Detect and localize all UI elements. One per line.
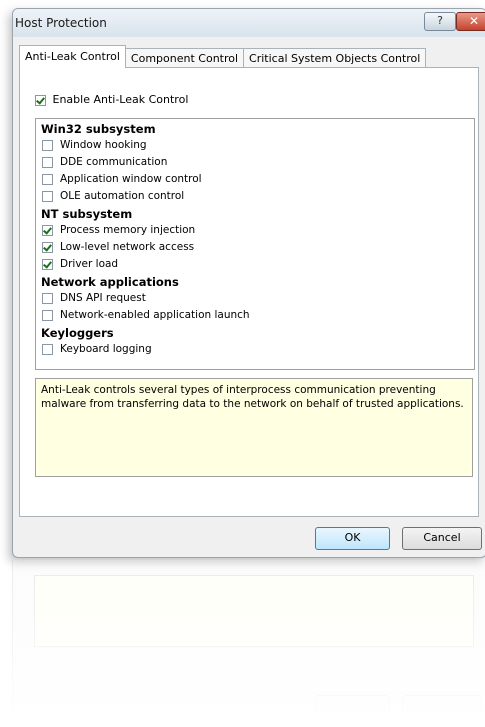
item-label: OLE automation control xyxy=(60,190,185,202)
reflection-description-box xyxy=(34,575,474,647)
checkbox[interactable] xyxy=(42,190,53,202)
item-label: DNS API request xyxy=(60,292,146,304)
checkbox[interactable] xyxy=(42,224,53,236)
item-label: Window hooking xyxy=(60,139,147,151)
item-label: Keyboard logging xyxy=(60,343,152,355)
close-button[interactable]: ✕ xyxy=(456,12,485,31)
list-item[interactable]: Driver load xyxy=(42,258,118,270)
help-button[interactable]: ? xyxy=(424,12,456,31)
tab-component-control[interactable]: Component Control xyxy=(124,48,245,68)
description-box: Anti-Leak controls several types of inte… xyxy=(35,378,473,477)
list-item[interactable]: Window hooking xyxy=(42,139,147,151)
group-title-keyloggers: Keyloggers xyxy=(41,326,114,340)
item-label: Low-level network access xyxy=(60,241,195,253)
title-bar: Host Protection ? ✕ xyxy=(13,9,485,37)
item-label: Network-enabled application launch xyxy=(60,309,250,321)
item-label: DDE communication xyxy=(60,156,168,168)
list-item[interactable]: Keyboard logging xyxy=(42,343,152,355)
group-title-network: Network applications xyxy=(41,275,179,289)
checkbox[interactable] xyxy=(42,156,53,168)
list-item[interactable]: Low-level network access xyxy=(42,241,194,253)
checkbox[interactable] xyxy=(42,343,53,355)
reflection-cancel-button xyxy=(402,695,482,718)
item-label: Driver load xyxy=(60,258,119,270)
list-item[interactable]: DNS API request xyxy=(42,292,146,304)
group-title-nt: NT subsystem xyxy=(41,207,133,221)
tab-anti-leak-control[interactable]: Anti-Leak Control xyxy=(19,45,126,68)
checkbox[interactable] xyxy=(42,309,53,321)
checkbox[interactable] xyxy=(42,173,53,185)
cancel-button[interactable]: Cancel xyxy=(402,527,482,550)
checkbox[interactable] xyxy=(42,258,53,270)
list-item[interactable]: DDE communication xyxy=(42,156,167,168)
enable-anti-leak-checkbox[interactable] xyxy=(35,94,46,106)
window-title: Host Protection xyxy=(15,16,107,30)
anti-leak-options-list: Win32 subsystem Window hooking DDE commu… xyxy=(35,118,475,370)
item-label: Process memory injection xyxy=(60,224,196,236)
checkbox[interactable] xyxy=(42,292,53,304)
group-title-win32: Win32 subsystem xyxy=(41,122,156,136)
checkbox[interactable] xyxy=(42,241,53,253)
tab-critical-system-objects-control[interactable]: Critical System Objects Control xyxy=(243,48,427,68)
list-item[interactable]: OLE automation control xyxy=(42,190,184,202)
reflection-window xyxy=(12,560,485,727)
item-label: Application window control xyxy=(60,173,202,185)
list-item[interactable]: Network-enabled application launch xyxy=(42,309,250,321)
reflection-ok-button xyxy=(315,695,390,718)
enable-anti-leak-row[interactable]: Enable Anti-Leak Control xyxy=(35,93,188,106)
tab-panel: Enable Anti-Leak Control Win32 subsystem… xyxy=(19,67,479,517)
host-protection-dialog: Host Protection ? ✕ Anti-Leak Control Co… xyxy=(12,8,485,558)
list-item[interactable]: Application window control xyxy=(42,173,202,185)
list-item[interactable]: Process memory injection xyxy=(42,224,195,236)
tab-strip: Anti-Leak Control Component Control Crit… xyxy=(19,45,427,68)
ok-button[interactable]: OK xyxy=(315,527,390,550)
checkbox[interactable] xyxy=(42,139,53,151)
enable-anti-leak-label: Enable Anti-Leak Control xyxy=(52,93,189,106)
window-reflection xyxy=(12,560,485,727)
